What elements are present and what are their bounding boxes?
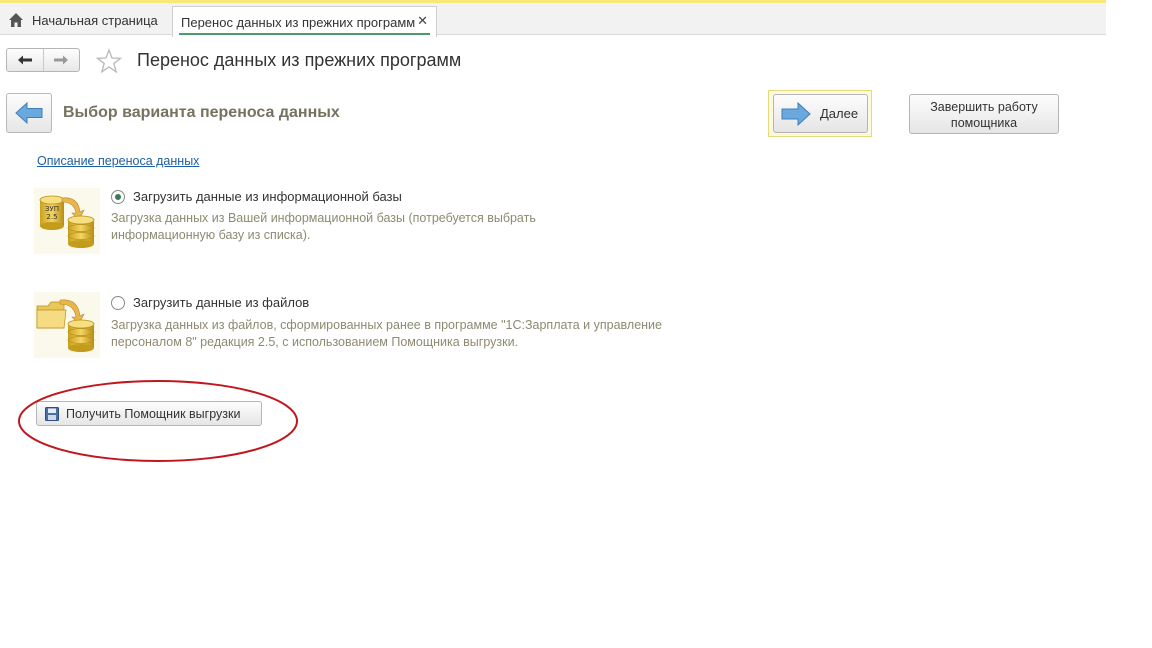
- transfer-description-link[interactable]: Описание переноса данных: [37, 154, 199, 168]
- back-history-button[interactable]: [7, 49, 43, 71]
- arrow-right-icon: [781, 101, 811, 126]
- db-label-line2: 2.5: [46, 213, 57, 221]
- tab-home-label: Начальная страница: [32, 12, 158, 28]
- db-label-line1: ЗУП: [45, 205, 59, 213]
- home-icon: [9, 13, 23, 27]
- database-transfer-icon: ЗУП 2.5: [34, 188, 100, 254]
- favorite-star-icon[interactable]: [96, 48, 122, 74]
- tab-data-transfer-label: Перенос данных из прежних программ: [181, 14, 416, 30]
- annotation-ellipse: [18, 380, 298, 462]
- option-files-label: Загрузить данные из файлов: [133, 295, 310, 310]
- section-title: Выбор варианта переноса данных: [63, 104, 340, 121]
- option-infobase-desc-line2: информационную базу из списка).: [111, 228, 311, 242]
- arrow-left-icon: [17, 55, 32, 65]
- active-tab-indicator: [179, 33, 430, 35]
- tab-data-transfer[interactable]: Перенос данных из прежних программ ✕: [172, 6, 437, 37]
- option-infobase-radio[interactable]: [111, 190, 125, 204]
- option-files-radio[interactable]: [111, 296, 125, 310]
- option-infobase-label: Загрузить данные из информационной базы: [133, 189, 402, 204]
- forward-history-button[interactable]: [42, 49, 79, 71]
- finish-wizard-button[interactable]: Завершить работу помощника: [909, 94, 1059, 134]
- folder-to-database-icon: [34, 292, 100, 358]
- wizard-back-button[interactable]: [6, 93, 52, 133]
- option-infobase-desc-line1: Загрузка данных из Вашей информационной …: [111, 211, 536, 225]
- arrow-right-icon: [54, 55, 69, 65]
- next-button-label: Далее: [820, 106, 859, 121]
- arrow-left-icon: [15, 101, 43, 125]
- option-files-desc-line1: Загрузка данных из файлов, сформированны…: [111, 318, 662, 332]
- page-title: Перенос данных из прежних программ: [137, 50, 462, 70]
- finish-wizard-label-line1: Завершить работу: [930, 100, 1038, 114]
- next-button[interactable]: Далее: [773, 94, 868, 133]
- tab-home[interactable]: Начальная страница: [0, 6, 168, 34]
- tab-bar: Начальная страница Перенос данных из пре…: [0, 0, 1106, 37]
- finish-wizard-label-line2: помощника: [950, 116, 1018, 130]
- option-files-desc-line2: персоналом 8" редакция 2.5, с использова…: [111, 335, 519, 349]
- option-infobase-description: Загрузка данных из Вашей информационной …: [111, 210, 536, 244]
- option-files-description: Загрузка данных из файлов, сформированны…: [111, 317, 662, 351]
- close-icon[interactable]: ✕: [417, 13, 428, 29]
- history-navigation: [6, 48, 80, 72]
